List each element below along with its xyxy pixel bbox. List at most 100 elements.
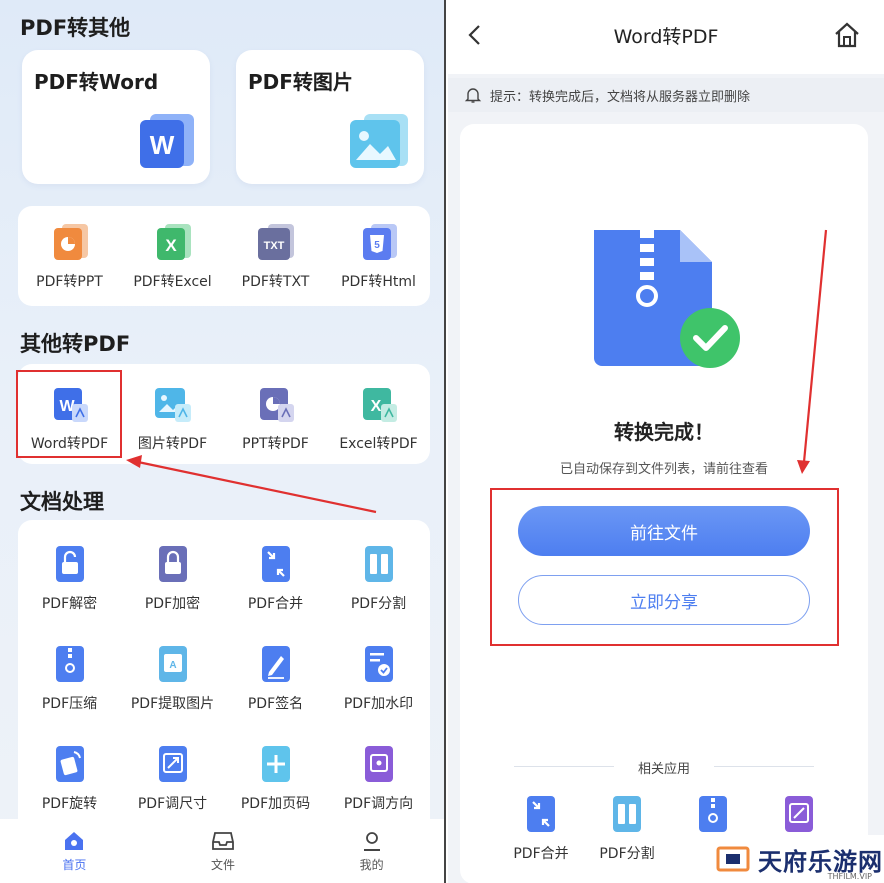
bottom-nav: 首页 文件 我的 bbox=[0, 819, 444, 883]
svg-text:TXT: TXT bbox=[263, 240, 284, 252]
pdf-to-excel-tool[interactable]: X PDF转Excel bbox=[122, 220, 224, 291]
site-watermark: 天府乐游网 THFILM.VIP bbox=[704, 835, 884, 883]
pdf-signature-tool[interactable]: PDF签名 bbox=[225, 642, 327, 713]
pdf-to-txt-tool[interactable]: TXT PDF转TXT bbox=[225, 220, 327, 291]
resize-icon bbox=[785, 796, 813, 832]
zip-success-icon bbox=[594, 230, 740, 368]
svg-text:A: A bbox=[169, 660, 176, 671]
related-pdf-merge[interactable]: PDF合并 bbox=[500, 792, 582, 863]
txt-icon: TXT bbox=[257, 224, 294, 260]
tool-label: PDF转TXT bbox=[241, 274, 310, 290]
pdf-rotate-tool[interactable]: PDF旋转 bbox=[19, 742, 121, 813]
pdf-to-word-card[interactable]: PDF转Word W bbox=[22, 50, 210, 184]
tool-label: PDF分割 bbox=[599, 846, 655, 862]
tool-label: PDF签名 bbox=[247, 696, 304, 712]
watermark-icon bbox=[364, 646, 393, 682]
tool-label: PDF压缩 bbox=[41, 696, 98, 712]
pdf-encrypt-tool[interactable]: PDF加密 bbox=[122, 542, 224, 613]
nav-label: 首页 bbox=[62, 858, 87, 872]
nav-profile[interactable]: 我的 bbox=[327, 829, 417, 873]
section-title-pdf-to-other: PDF转其他 bbox=[20, 16, 131, 40]
share-now-button[interactable]: 立即分享 bbox=[518, 575, 810, 625]
tool-label: PDF旋转 bbox=[41, 796, 98, 812]
excel-icon: X bbox=[156, 224, 191, 260]
ppt-icon bbox=[259, 388, 294, 422]
done-title: 转换完成！ bbox=[614, 420, 714, 444]
pdf-decrypt-tool[interactable]: PDF解密 bbox=[19, 542, 121, 613]
pdf-orientation-tool[interactable]: PDF调方向 bbox=[328, 742, 430, 813]
compress-icon bbox=[699, 796, 727, 832]
word-document-icon: W bbox=[140, 114, 194, 168]
pdf-split-tool[interactable]: PDF分割 bbox=[328, 542, 430, 613]
html-icon: 5 bbox=[362, 224, 397, 260]
pdf-merge-tool[interactable]: PDF合并 bbox=[225, 542, 327, 613]
tool-label: PDF调尺寸 bbox=[137, 796, 208, 812]
svg-text:X: X bbox=[370, 398, 381, 415]
excel-to-pdf-tool[interactable]: X Excel转PDF bbox=[328, 382, 430, 453]
svg-text:5: 5 bbox=[374, 240, 380, 251]
resize-icon bbox=[158, 746, 187, 782]
svg-text:W: W bbox=[150, 130, 175, 160]
rotate-icon bbox=[55, 746, 84, 782]
excel-icon: X bbox=[362, 388, 397, 422]
svg-text:X: X bbox=[165, 236, 177, 255]
lock-icon bbox=[158, 546, 187, 582]
section-title-other-to-pdf: 其他转PDF bbox=[20, 332, 131, 356]
split-icon bbox=[364, 546, 393, 582]
tool-label: PDF转Html bbox=[341, 274, 416, 290]
image-to-pdf-tool[interactable]: 图片转PDF bbox=[122, 382, 224, 453]
notice-bar: 提示：转换完成后，文档将从服务器立即删除 bbox=[448, 78, 884, 112]
tools-home-screen: PDF转其他 PDF转Word W PDF转图片 PDF转PPT X PDF转E… bbox=[0, 0, 446, 883]
nav-home[interactable]: 首页 bbox=[29, 829, 119, 873]
unlock-icon bbox=[55, 546, 84, 582]
page-title: Word转PDF bbox=[613, 26, 719, 48]
tool-label: PDF加密 bbox=[144, 596, 201, 612]
tool-label: PDF合并 bbox=[247, 596, 304, 612]
tool-label: PPT转PDF bbox=[242, 436, 309, 452]
pdf-to-word-label: PDF转Word bbox=[34, 70, 159, 94]
page-number-icon bbox=[261, 746, 290, 782]
pdf-to-html-tool[interactable]: 5 PDF转Html bbox=[328, 220, 430, 291]
related-apps-label: 相关应用 bbox=[637, 762, 690, 777]
merge-icon bbox=[527, 796, 555, 832]
done-subtitle: 已自动保存到文件列表，请前往查看 bbox=[559, 462, 768, 477]
tool-label: Excel转PDF bbox=[339, 436, 418, 452]
tool-label: PDF调方向 bbox=[343, 796, 414, 812]
go-to-files-button[interactable]: 前往文件 bbox=[518, 506, 810, 556]
pdf-resize-tool[interactable]: PDF调尺寸 bbox=[122, 742, 224, 813]
nav-files[interactable]: 文件 bbox=[178, 829, 268, 873]
pdf-page-number-tool[interactable]: PDF加页码 bbox=[225, 742, 327, 813]
image-icon bbox=[154, 388, 191, 422]
compress-icon bbox=[55, 646, 84, 682]
user-icon bbox=[363, 832, 380, 851]
nav-label: 我的 bbox=[359, 858, 384, 872]
pdf-watermark-tool[interactable]: PDF加水印 bbox=[328, 642, 430, 713]
related-pdf-split[interactable]: PDF分割 bbox=[586, 792, 668, 863]
pdf-to-ppt-tool[interactable]: PDF转PPT bbox=[19, 220, 121, 291]
inbox-icon bbox=[212, 832, 234, 850]
home-icon[interactable] bbox=[832, 20, 862, 50]
pdf-to-image-card[interactable]: PDF转图片 bbox=[236, 50, 424, 184]
orientation-icon bbox=[364, 746, 393, 782]
nav-label: 文件 bbox=[210, 858, 235, 872]
word-to-pdf-tool[interactable]: W Word转PDF bbox=[19, 382, 121, 453]
ppt-to-pdf-tool[interactable]: PPT转PDF bbox=[225, 382, 327, 453]
image-document-icon bbox=[350, 114, 408, 168]
tool-label: PDF加水印 bbox=[343, 696, 414, 712]
tool-label: 图片转PDF bbox=[137, 436, 208, 452]
bell-icon bbox=[464, 88, 482, 103]
home-icon bbox=[65, 832, 84, 850]
tool-label: PDF提取图片 bbox=[130, 696, 215, 712]
pdf-compress-tool[interactable]: PDF压缩 bbox=[19, 642, 121, 713]
extract-image-icon: A bbox=[158, 646, 187, 682]
pdf-extract-image-tool[interactable]: A PDF提取图片 bbox=[122, 642, 224, 713]
signature-icon bbox=[261, 646, 290, 682]
split-icon bbox=[613, 796, 641, 832]
divider-right bbox=[714, 766, 814, 767]
tool-label: PDF转PPT bbox=[36, 274, 103, 290]
tool-label: Word转PDF bbox=[30, 436, 109, 452]
tool-label: PDF转Excel bbox=[133, 274, 212, 290]
merge-icon bbox=[261, 546, 290, 582]
tool-label: PDF合并 bbox=[513, 846, 569, 862]
conversion-result-screen: Word转PDF 提示：转换完成后，文档将从服务器立即删除 转换完成！ 已自动保… bbox=[448, 0, 884, 883]
